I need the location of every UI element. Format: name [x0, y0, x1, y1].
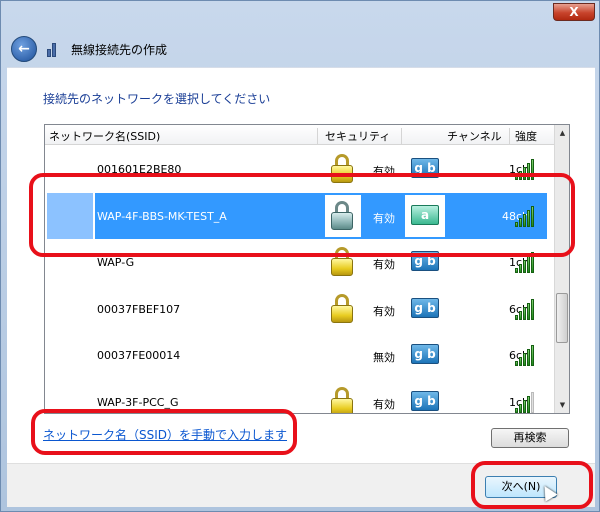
close-button[interactable]: X — [553, 3, 595, 21]
network-row[interactable]: 00037FBEF107 有効 g b 6ch — [45, 286, 555, 333]
wireless-band-icon: g b — [411, 297, 439, 318]
scroll-thumb[interactable] — [556, 293, 568, 343]
scroll-up-arrow-icon[interactable]: ▲ — [555, 125, 569, 141]
callout-next-button — [471, 461, 593, 509]
content-panel: 接続先のネットワークを選択してください ネットワーク名(SSID) セキュリティ… — [7, 67, 595, 463]
callout-manual-link — [31, 409, 297, 455]
wizard-window: X ← 無線接続先の作成 接続先のネットワークを選択してください ネットワーク名… — [0, 0, 600, 512]
list-header: ネットワーク名(SSID) セキュリティ チャンネル 強度 — [45, 125, 555, 145]
back-arrow-icon: ← — [18, 41, 30, 57]
signal-strength-icon — [515, 391, 539, 413]
vertical-scrollbar[interactable]: ▲ ▼ — [554, 125, 569, 413]
rescan-button[interactable]: 再検索 — [491, 428, 569, 448]
network-ssid: WAP-G — [97, 256, 135, 269]
network-ssid: WAP-3F-PCC_G — [97, 395, 179, 409]
network-list[interactable]: ネットワーク名(SSID) セキュリティ チャンネル 強度 001601E2BE… — [44, 124, 570, 414]
network-security: 無効 — [373, 351, 395, 364]
page-title: 無線接続先の作成 — [71, 42, 168, 57]
network-security: 有効 — [373, 258, 395, 271]
network-icon — [47, 41, 63, 57]
column-header-security[interactable]: セキュリティ — [325, 128, 390, 144]
network-security: 有効 — [373, 397, 395, 411]
wireless-band-icon: g b — [411, 390, 439, 411]
wireless-band-icon: g b — [411, 344, 439, 364]
wizard-header: ← 無線接続先の作成 — [7, 29, 595, 69]
lock-icon — [331, 293, 353, 324]
instruction-text: 接続先のネットワークを選択してください — [43, 92, 271, 106]
column-header-ssid[interactable]: ネットワーク名(SSID) — [49, 128, 160, 144]
column-header-strength[interactable]: 強度 — [515, 128, 537, 144]
signal-strength-icon — [515, 344, 539, 366]
title-bar: X — [1, 1, 600, 29]
scroll-down-arrow-icon[interactable]: ▼ — [555, 397, 569, 413]
network-ssid: 00037FE00014 — [97, 349, 181, 362]
callout-selected-network — [29, 173, 575, 257]
back-button[interactable]: ← — [11, 36, 37, 62]
network-ssid: 00037FBEF107 — [97, 302, 181, 316]
signal-strength-icon — [515, 298, 539, 320]
lock-icon — [331, 386, 353, 413]
network-row[interactable]: 00037FE00014 無効 g b 6ch — [45, 332, 555, 379]
column-header-channel[interactable]: チャンネル — [447, 128, 502, 144]
network-security: 有効 — [373, 304, 395, 318]
